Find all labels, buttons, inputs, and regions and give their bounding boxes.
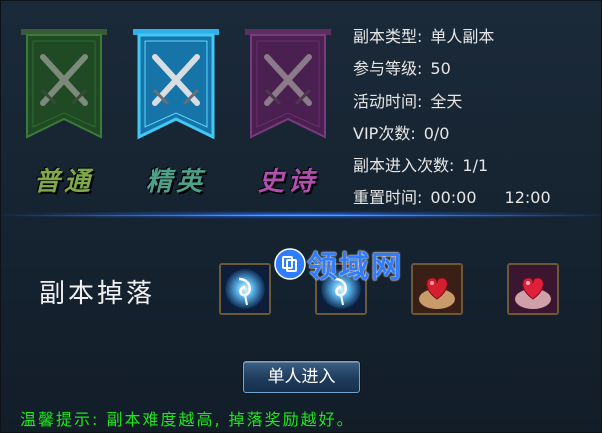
banner-epic[interactable]	[243, 27, 333, 147]
banner-elite[interactable]	[131, 27, 221, 147]
info-level-value: 50	[430, 59, 451, 78]
info-entries-label: 副本进入次数:	[353, 156, 455, 175]
section-divider-line	[1, 215, 602, 216]
info-dungeon-type: 副本类型: 单人副本	[353, 23, 494, 47]
dungeon-panel: 普通 精英 史诗 副本类型: 单人副本 参与等级: 50 活动时间: 全天 VIP次数…	[0, 0, 602, 433]
info-time-label: 活动时间:	[353, 92, 423, 111]
heart-hands-icon	[413, 265, 461, 313]
banner-normal-shape	[21, 29, 107, 139]
info-type-value: 单人副本	[430, 27, 495, 46]
info-time: 活动时间: 全天	[353, 88, 462, 112]
info-entries: 副本进入次数: 1/1	[353, 152, 488, 176]
info-type-label: 副本类型:	[353, 27, 423, 46]
banner-epic-shape	[245, 29, 331, 139]
info-level-label: 参与等级:	[353, 59, 423, 78]
difficulty-label-elite[interactable]: 精英	[131, 161, 221, 198]
info-reset-value-2: 12:00	[504, 188, 551, 207]
banner-elite-shape	[133, 29, 219, 140]
difficulty-label-epic[interactable]: 史诗	[243, 161, 333, 198]
info-entries-value: 1/1	[462, 156, 489, 175]
watermark-text: 领域网	[307, 250, 403, 285]
info-vip-value: 0/0	[423, 124, 450, 143]
watermark: 领域网	[273, 244, 403, 285]
tip-text: 温馨提示: 副本难度越高, 掉落奖励越好。	[20, 410, 355, 429]
drop-slot-1[interactable]	[219, 263, 271, 315]
single-enter-button[interactable]: 单人进入	[243, 361, 360, 393]
info-vip: VIP次数: 0/0	[353, 120, 449, 144]
watermark-logo-icon	[274, 248, 306, 280]
banner-normal[interactable]	[19, 27, 109, 147]
info-reset-label: 重置时间:	[353, 188, 423, 207]
info-reset: 重置时间: 00:00 12:00	[353, 184, 551, 208]
info-vip-label: VIP次数:	[353, 124, 416, 143]
heart-hands-icon	[509, 265, 557, 313]
drop-slot-4[interactable]	[507, 263, 559, 315]
drops-title: 副本掉落	[39, 279, 156, 309]
info-time-value: 全天	[430, 92, 463, 111]
info-reset-value-1: 00:00	[430, 188, 477, 207]
difficulty-label-normal[interactable]: 普通	[19, 161, 109, 198]
info-level: 参与等级: 50	[353, 55, 451, 79]
drop-slot-3[interactable]	[411, 263, 463, 315]
blue-orb-icon	[221, 265, 269, 313]
